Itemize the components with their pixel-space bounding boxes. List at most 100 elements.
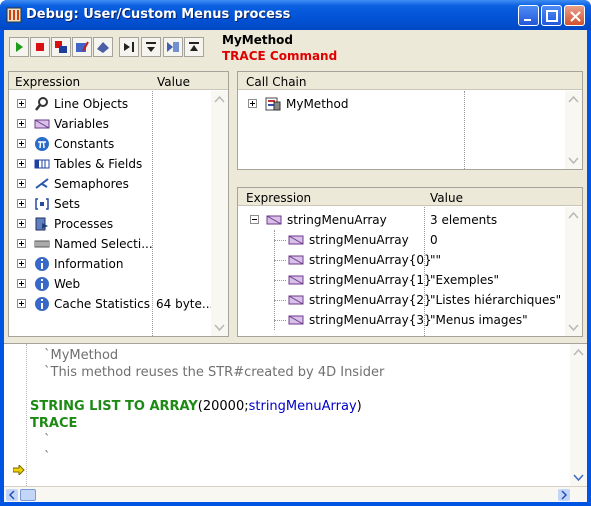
expression-item[interactable]: Line Objects	[9, 94, 228, 114]
watch-root-label: stringMenuArray	[287, 213, 387, 227]
call-chain-scrollbar[interactable]	[565, 91, 582, 169]
expand-icon[interactable]	[17, 299, 26, 308]
expression-item-label: Tables & Fields	[54, 157, 143, 171]
expression-item[interactable]: Tables & Fields	[9, 154, 228, 174]
expression-pane-header: Expression Value	[9, 72, 228, 90]
watch-element-row[interactable]: stringMenuArray{2} "Listes hiérarchiques"	[238, 290, 582, 310]
expand-icon[interactable]	[17, 239, 26, 248]
expression-item-label: Constants	[54, 137, 115, 151]
watch-element-value: "Menus images"	[430, 313, 528, 327]
title-bar[interactable]: Debug: User/Custom Menus process	[0, 0, 591, 30]
scroll-down-icon[interactable]	[568, 155, 579, 166]
scroll-down-icon[interactable]	[568, 322, 579, 333]
watch-root-row[interactable]: stringMenuArray 3 elements	[238, 210, 582, 230]
scroll-right-icon[interactable]	[558, 489, 570, 501]
expand-icon[interactable]	[17, 279, 26, 288]
watch-scrollbar[interactable]	[565, 207, 582, 336]
abort-icon	[36, 43, 44, 51]
semaphore-icon	[35, 178, 49, 189]
expand-icon[interactable]	[17, 99, 26, 108]
scroll-down-icon[interactable]	[214, 322, 225, 333]
expression-item-label: Semaphores	[54, 177, 129, 191]
expand-icon[interactable]	[17, 219, 26, 228]
watch-expression-header[interactable]: Expression	[246, 191, 311, 205]
watch-element-row[interactable]: stringMenuArray{1} "Exemples"	[238, 270, 582, 290]
scroll-up-icon[interactable]	[568, 94, 579, 105]
expand-icon[interactable]	[17, 139, 26, 148]
call-chain-title: Call Chain	[246, 75, 307, 89]
run-button[interactable]	[9, 37, 29, 57]
watch-value-header[interactable]: Value	[430, 191, 463, 205]
current-method-name: MyMethod	[222, 33, 293, 47]
step-out-icon	[189, 42, 199, 51]
expression-column-header[interactable]: Expression	[15, 75, 80, 89]
call-chain-pane: Call Chain MyMethod	[237, 71, 583, 170]
scroll-left-icon[interactable]	[6, 489, 18, 501]
code-vertical-scrollbar[interactable]	[570, 344, 587, 486]
expression-item[interactable]: Cache Statistics 64 byte...	[9, 294, 228, 314]
scroll-up-icon[interactable]	[214, 94, 225, 105]
expression-item[interactable]: Information	[9, 254, 228, 274]
code-line-comment-2: `This method reuses the STR#created by 4…	[44, 365, 385, 380]
expression-item[interactable]: Semaphores	[9, 174, 228, 194]
minimize-button[interactable]	[518, 5, 539, 26]
scroll-up-icon[interactable]	[573, 347, 584, 358]
horizontal-scroll-thumb[interactable]	[20, 489, 36, 501]
expand-icon[interactable]	[248, 99, 257, 108]
call-chain-button[interactable]	[163, 37, 183, 57]
maximize-button[interactable]	[541, 5, 562, 26]
watch-element-row[interactable]: stringMenuArray{0} ""	[238, 250, 582, 270]
expression-pane: Expression Value Line Objects Variables Co…	[8, 71, 229, 337]
expression-item[interactable]: Constants	[9, 134, 228, 154]
expand-icon[interactable]	[17, 159, 26, 168]
info-icon	[35, 297, 49, 311]
step-into-icon	[146, 42, 156, 52]
magnifier-icon	[35, 97, 48, 111]
call-chain-header: Call Chain	[238, 72, 582, 90]
scroll-down-icon[interactable]	[573, 472, 584, 483]
expression-item[interactable]: Named Selecti...	[9, 234, 228, 254]
watch-element-value: "Exemples"	[430, 273, 500, 287]
info-icon	[35, 277, 49, 291]
array-element-icon	[288, 295, 304, 305]
expression-item-label: Named Selecti...	[54, 237, 153, 251]
save-settings-button[interactable]	[93, 37, 113, 57]
expand-icon[interactable]	[17, 259, 26, 268]
abort-and-edit-icon	[55, 41, 67, 53]
code-horizontal-scrollbar[interactable]	[4, 486, 587, 502]
watch-element-label: stringMenuArray{3}	[309, 313, 432, 327]
code-line-trace: TRACE	[30, 416, 78, 431]
expression-item[interactable]: Sets	[9, 194, 228, 214]
call-chain-item[interactable]: MyMethod	[238, 94, 582, 114]
expression-scrollbar[interactable]	[211, 91, 228, 336]
close-button[interactable]	[564, 5, 585, 26]
value-column-header[interactable]: Value	[157, 75, 190, 89]
expression-item[interactable]: Web	[9, 274, 228, 294]
expression-item-label: Line Objects	[54, 97, 129, 111]
expand-icon[interactable]	[17, 179, 26, 188]
debugger-client-area: MyMethod TRACE Command Expression Value …	[4, 30, 587, 502]
tree-connector	[274, 320, 286, 321]
table-icon	[34, 159, 50, 169]
code-line-string-list: STRING LIST TO ARRAY(20000;stringMenuArr…	[30, 399, 362, 414]
collapse-icon[interactable]	[250, 215, 259, 224]
set-icon	[35, 198, 49, 210]
tree-connector	[274, 300, 286, 301]
breakpoint-gutter[interactable]	[4, 344, 27, 486]
watch-element-row[interactable]: stringMenuArray 0	[238, 230, 582, 250]
window-title: Debug: User/Custom Menus process	[26, 7, 291, 22]
step-into-button[interactable]	[141, 37, 161, 57]
abort-and-edit-button[interactable]	[51, 37, 71, 57]
expression-item[interactable]: Variables	[9, 114, 228, 134]
expand-icon[interactable]	[17, 199, 26, 208]
abort-button[interactable]	[30, 37, 50, 57]
edit-button[interactable]	[72, 37, 92, 57]
watch-pane-header: Expression Value	[238, 188, 582, 206]
expand-icon[interactable]	[17, 119, 26, 128]
scroll-up-icon[interactable]	[568, 210, 579, 221]
expression-item[interactable]: Processes	[9, 214, 228, 234]
step-out-button[interactable]	[184, 37, 204, 57]
source-code-pane[interactable]: `MyMethod `This method reuses the STR#cr…	[4, 343, 587, 502]
watch-element-row[interactable]: stringMenuArray{3} "Menus images"	[238, 310, 582, 330]
step-over-button[interactable]	[119, 37, 139, 57]
